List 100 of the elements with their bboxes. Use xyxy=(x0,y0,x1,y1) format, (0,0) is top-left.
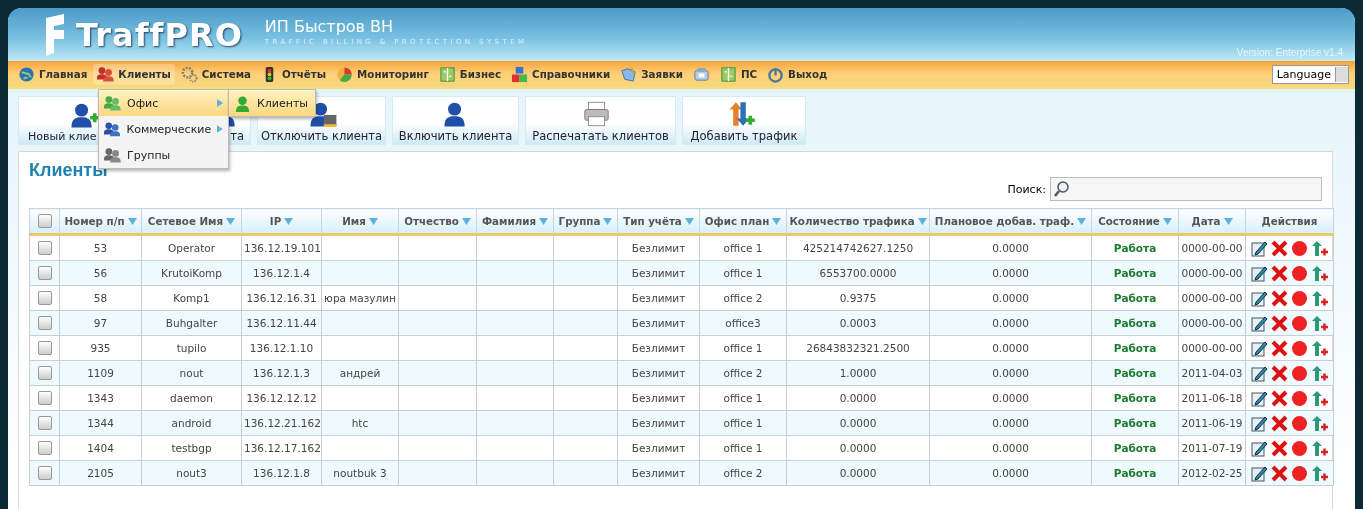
column-header[interactable]: IP xyxy=(241,208,322,235)
add-traffic-icon[interactable] xyxy=(1311,439,1328,457)
delete-icon[interactable] xyxy=(1271,239,1288,257)
nav-menu-item[interactable]: ПС xyxy=(715,63,762,85)
delete-icon[interactable] xyxy=(1271,464,1288,482)
stop-icon[interactable] xyxy=(1291,414,1308,432)
column-header[interactable]: Сетевое Имя xyxy=(141,208,242,235)
stop-icon[interactable] xyxy=(1291,314,1308,332)
nav-menu-item[interactable]: Главная xyxy=(14,63,92,85)
sort-icon[interactable] xyxy=(1077,217,1087,225)
column-header[interactable]: Номер п/п xyxy=(59,208,142,235)
stop-icon[interactable] xyxy=(1291,439,1308,457)
nav-menu-item[interactable]: Система xyxy=(176,63,255,85)
column-header[interactable]: Группа xyxy=(553,208,618,235)
sort-icon[interactable] xyxy=(284,217,294,225)
edit-icon[interactable] xyxy=(1251,289,1268,307)
search-field[interactable] xyxy=(1050,177,1322,201)
submenu-arrow-icon xyxy=(217,125,223,133)
edit-icon[interactable] xyxy=(1251,414,1268,432)
table-cell: 0000-00-00 xyxy=(1178,285,1246,311)
nav-menu-item[interactable]: Справочники xyxy=(507,63,615,85)
add-traffic-icon[interactable] xyxy=(1311,264,1328,282)
edit-icon[interactable] xyxy=(1251,364,1268,382)
column-header[interactable]: Отчество xyxy=(398,208,477,235)
row-checkbox[interactable] xyxy=(37,466,52,480)
add-traffic-icon[interactable] xyxy=(1311,364,1328,382)
stop-icon[interactable] xyxy=(1291,464,1308,482)
delete-icon[interactable] xyxy=(1271,289,1288,307)
nav-menu-item[interactable]: Клиенты xyxy=(93,63,175,85)
stop-icon[interactable] xyxy=(1291,389,1308,407)
column-header[interactable]: Количество трафика xyxy=(786,208,930,235)
add-traffic-icon[interactable] xyxy=(1311,464,1328,482)
delete-icon[interactable] xyxy=(1271,339,1288,357)
delete-icon[interactable] xyxy=(1271,314,1288,332)
power-icon xyxy=(767,65,785,83)
toolbar-button[interactable]: Включить клиента xyxy=(392,96,519,145)
delete-icon[interactable] xyxy=(1271,414,1288,432)
edit-icon[interactable] xyxy=(1251,339,1268,357)
stop-icon[interactable] xyxy=(1291,239,1308,257)
row-checkbox[interactable] xyxy=(37,341,52,355)
menu-item[interactable]: Офис xyxy=(99,90,228,116)
edit-icon[interactable] xyxy=(1251,314,1268,332)
row-checkbox[interactable] xyxy=(37,266,52,280)
add-traffic-icon[interactable] xyxy=(1311,314,1328,332)
toolbar-button[interactable]: Распечатать клиентов xyxy=(525,96,676,145)
edit-icon[interactable] xyxy=(1251,389,1268,407)
nav-menu-item[interactable]: Выход xyxy=(763,63,832,85)
sort-icon[interactable] xyxy=(1223,217,1233,225)
row-checkbox[interactable] xyxy=(37,241,52,255)
add-traffic-icon[interactable] xyxy=(1311,389,1328,407)
stop-icon[interactable] xyxy=(1291,264,1308,282)
sort-icon[interactable] xyxy=(684,217,694,225)
table-cell: 1404 xyxy=(59,435,142,461)
row-checkbox[interactable] xyxy=(37,316,52,330)
sort-icon[interactable] xyxy=(539,217,549,225)
delete-icon[interactable] xyxy=(1271,439,1288,457)
column-header[interactable]: Имя xyxy=(321,208,399,235)
delete-icon[interactable] xyxy=(1271,264,1288,282)
table-cell: 136.12.1.8 xyxy=(241,460,322,486)
edit-icon[interactable] xyxy=(1251,239,1268,257)
select-all-checkbox[interactable] xyxy=(37,214,52,228)
sort-icon[interactable] xyxy=(1162,217,1172,225)
row-checkbox[interactable] xyxy=(37,416,52,430)
nav-menu-item[interactable]: Бизнес xyxy=(434,63,506,85)
nav-menu-item[interactable]: Заявки xyxy=(616,63,687,85)
sort-icon[interactable] xyxy=(603,217,613,225)
row-checkbox[interactable] xyxy=(37,391,52,405)
row-checkbox[interactable] xyxy=(37,366,52,380)
add-traffic-icon[interactable] xyxy=(1311,289,1328,307)
column-header[interactable]: Плановое добав. траф. xyxy=(929,208,1092,235)
sort-icon[interactable] xyxy=(368,217,378,225)
menu-item[interactable]: Клиенты xyxy=(229,90,315,116)
toolbar-button[interactable]: Добавить трафик xyxy=(682,96,806,145)
edit-icon[interactable] xyxy=(1251,464,1268,482)
stop-icon[interactable] xyxy=(1291,339,1308,357)
table-cell: 97 xyxy=(59,310,142,336)
sort-icon[interactable] xyxy=(226,217,236,225)
column-header[interactable]: Тип учёта xyxy=(617,208,700,235)
stop-icon[interactable] xyxy=(1291,364,1308,382)
stop-icon[interactable] xyxy=(1291,289,1308,307)
edit-icon[interactable] xyxy=(1251,264,1268,282)
edit-icon[interactable] xyxy=(1251,439,1268,457)
add-traffic-icon[interactable] xyxy=(1311,339,1328,357)
column-header[interactable]: Фамилия xyxy=(476,208,554,235)
row-checkbox[interactable] xyxy=(37,441,52,455)
column-header[interactable]: Офис план xyxy=(699,208,787,235)
row-checkbox[interactable] xyxy=(37,291,52,305)
sort-icon[interactable] xyxy=(461,217,471,225)
add-traffic-icon[interactable] xyxy=(1311,414,1328,432)
delete-icon[interactable] xyxy=(1271,389,1288,407)
sort-icon[interactable] xyxy=(127,217,137,225)
language-select[interactable]: Language xyxy=(1271,64,1349,84)
sort-icon[interactable] xyxy=(917,217,927,225)
column-header[interactable]: Дата xyxy=(1178,208,1246,235)
nav-menu-item[interactable]: Мониторинг xyxy=(332,63,433,85)
column-header[interactable]: Состояние xyxy=(1091,208,1179,235)
sort-icon[interactable] xyxy=(772,217,782,225)
add-traffic-icon[interactable] xyxy=(1311,239,1328,257)
delete-icon[interactable] xyxy=(1271,364,1288,382)
nav-menu-item[interactable]: Отчёты xyxy=(257,63,331,85)
